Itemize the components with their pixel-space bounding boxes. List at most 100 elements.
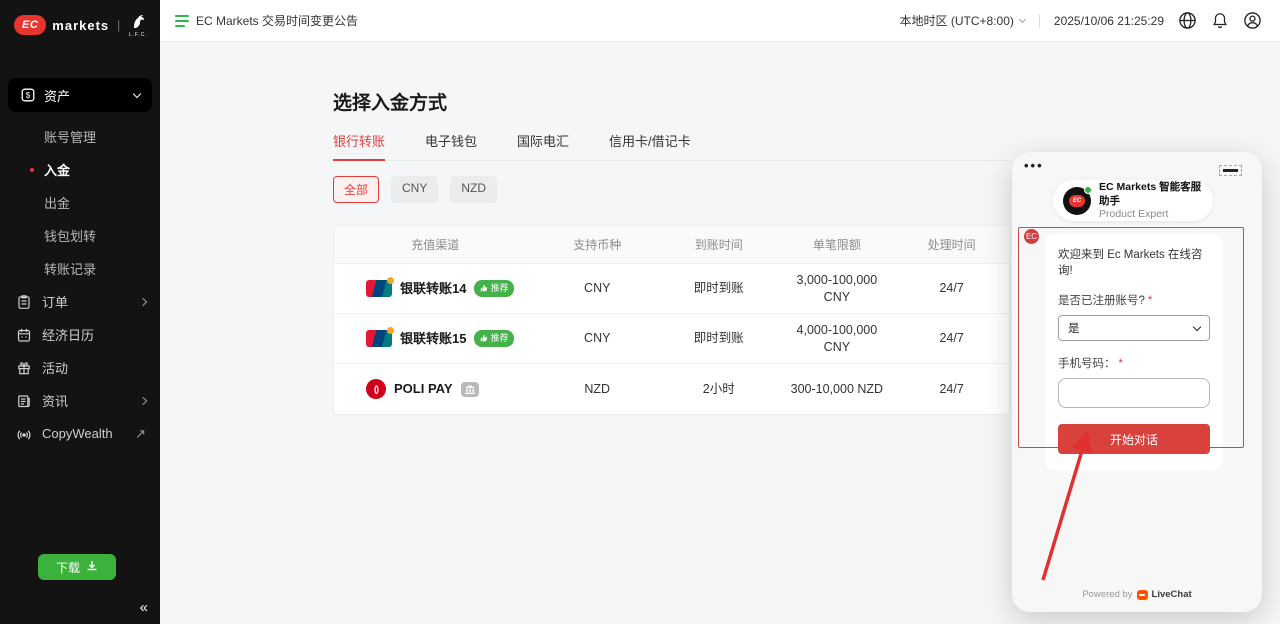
channel-name: 银联转账15 [400,330,466,348]
pre-chat-form: 欢迎来到 Ec Markets 在线咨询! 是否已注册账号?* 是 手机号码：*… [1045,234,1223,470]
hours-cell: 24/7 [894,330,1009,347]
agent-avatar: EC [1063,187,1091,215]
poli-pay-icon: () [366,379,386,399]
phone-input[interactable] [1058,378,1210,408]
table-row[interactable]: 银联转账14 推荐 CNY 即时到账 3,000-100,000CNY 24/7 [334,264,1009,314]
bank-badge-icon [461,382,479,397]
chevron-right-icon [139,297,147,305]
filter-nzd[interactable]: NZD [450,176,497,203]
account-icon[interactable] [1243,11,1262,30]
gift-icon [16,360,32,376]
sidebar: EC markets | L.F.C. $ 资产 账号管理 入金 出金 钱包划转… [0,0,160,624]
online-status-dot [1084,186,1092,194]
registered-question-label: 是否已注册账号?* [1058,292,1210,308]
lfc-bird-logo: L.F.C. [128,12,148,38]
limit-cell: 4,000-100,000CNY [780,322,895,356]
chevron-right-icon [139,396,147,404]
external-link-icon: ↗ [135,426,146,442]
chat-menu-button[interactable]: ••• [1024,158,1044,173]
start-chat-button[interactable]: 开始对话 [1058,424,1210,454]
registered-select[interactable]: 是 [1058,315,1210,341]
limit-cell: 300-10,000 NZD [780,381,895,398]
powered-by-text: Powered by [1082,589,1132,600]
agent-card: EC EC Markets 智能客服助手 Product Expert [1053,180,1213,221]
datetime-display: 2025/10/06 21:25:29 [1054,14,1164,28]
news-icon [16,393,32,409]
arrival-cell: 即时到账 [658,280,780,297]
signal-icon [16,426,32,442]
tab-credit-debit-card[interactable]: 信用卡/借记卡 [609,131,691,160]
tab-bank-transfer[interactable]: 银行转账 [333,131,385,160]
hours-cell: 24/7 [894,381,1009,398]
calendar-icon [16,327,32,343]
chevron-down-icon [1193,322,1201,330]
powered-by-row: Powered by LiveChat [1012,589,1262,600]
channel-name: 银联转账14 [400,280,466,298]
chat-minimize-button[interactable] [1223,169,1238,172]
timezone-selector[interactable]: 本地时区 (UTC+8:00) [900,12,1025,29]
bot-mini-avatar: EC [1024,229,1039,244]
divider [1039,14,1040,28]
sidebar-item-assets[interactable]: $ 资产 [8,78,152,112]
sidebar-item-deposit[interactable]: 入金 [0,153,160,186]
globe-icon[interactable] [1178,11,1197,30]
tab-international-wire[interactable]: 国际电汇 [517,131,569,160]
topbar: EC Markets 交易时间变更公告 本地时区 (UTC+8:00) 2025… [160,0,1280,42]
bell-icon[interactable] [1211,11,1229,30]
sidebar-item-news[interactable]: 资讯 [0,384,160,417]
sidebar-item-label: 资产 [44,86,126,105]
download-icon [86,560,98,575]
brand-wordmark: markets [52,18,109,33]
limit-cell: 3,000-100,000CNY [780,272,895,306]
channel-name: POLI PAY [394,380,453,398]
sidebar-item-withdraw[interactable]: 出金 [0,186,160,219]
svg-text:$: $ [26,91,31,100]
deposit-channels-table: 充值渠道 支持币种 到账时间 单笔限额 处理时间 银联转账14 推荐 CNY 即… [333,225,1010,415]
recommended-badge: 推荐 [474,280,514,296]
unionpay-icon [366,280,392,297]
livechat-brand[interactable]: LiveChat [1152,589,1192,600]
sidebar-item-economic-calendar[interactable]: 经济日历 [0,318,160,351]
active-dot [30,168,34,172]
page-title: 选择入金方式 [333,88,1280,115]
download-button[interactable]: 下载 [38,554,116,580]
ec-logo: EC [14,15,46,35]
chevron-down-icon [1019,15,1026,22]
order-icon [16,294,32,310]
arrival-cell: 2小时 [658,381,780,398]
announcement-icon [175,15,189,27]
sidebar-item-orders[interactable]: 订单 [0,285,160,318]
table-row[interactable]: 银联转账15 推荐 CNY 即时到账 4,000-100,000CNY 24/7 [334,314,1009,364]
sidebar-collapse-button[interactable]: « [140,599,148,616]
table-row[interactable]: () POLI PAY NZD 2小时 300-10,000 NZD 24/7 [334,364,1009,414]
welcome-message: 欢迎来到 Ec Markets 在线咨询! [1058,246,1210,278]
filter-all[interactable]: 全部 [333,176,379,203]
arrival-cell: 即时到账 [658,330,780,347]
tab-e-wallet[interactable]: 电子钱包 [425,131,477,160]
sidebar-item-transfer-records[interactable]: 转账记录 [0,252,160,285]
sidebar-item-copywealth[interactable]: CopyWealth ↗ [0,417,160,450]
announcement-link[interactable]: EC Markets 交易时间变更公告 [175,12,358,29]
recommended-badge: 推荐 [474,330,514,346]
wallet-icon: $ [20,87,36,103]
filter-cny[interactable]: CNY [391,176,438,203]
logo-divider: | [117,18,120,32]
chevron-down-icon [133,89,141,97]
livechat-icon [1137,590,1148,600]
agent-name: EC Markets 智能客服助手 [1099,181,1203,208]
currency-cell: NZD [537,381,659,398]
hours-cell: 24/7 [894,280,1009,297]
agent-role: Product Expert [1099,208,1203,220]
deposit-method-tabs: 银行转账 电子钱包 国际电汇 信用卡/借记卡 [333,131,1010,161]
announcement-text: EC Markets 交易时间变更公告 [196,12,358,29]
phone-label: 手机号码：* [1058,355,1210,371]
currency-cell: CNY [537,280,659,297]
sidebar-item-wallet-transfer[interactable]: 钱包划转 [0,219,160,252]
sidebar-item-account-management[interactable]: 账号管理 [0,120,160,153]
sidebar-item-promotions[interactable]: 活动 [0,351,160,384]
livechat-widget: ••• EC EC Markets 智能客服助手 Product Expert … [1012,152,1262,612]
unionpay-icon [366,330,392,347]
currency-cell: CNY [537,330,659,347]
brand-logo: EC markets | L.F.C. [0,0,160,48]
table-header: 充值渠道 支持币种 到账时间 单笔限额 处理时间 [334,226,1009,264]
